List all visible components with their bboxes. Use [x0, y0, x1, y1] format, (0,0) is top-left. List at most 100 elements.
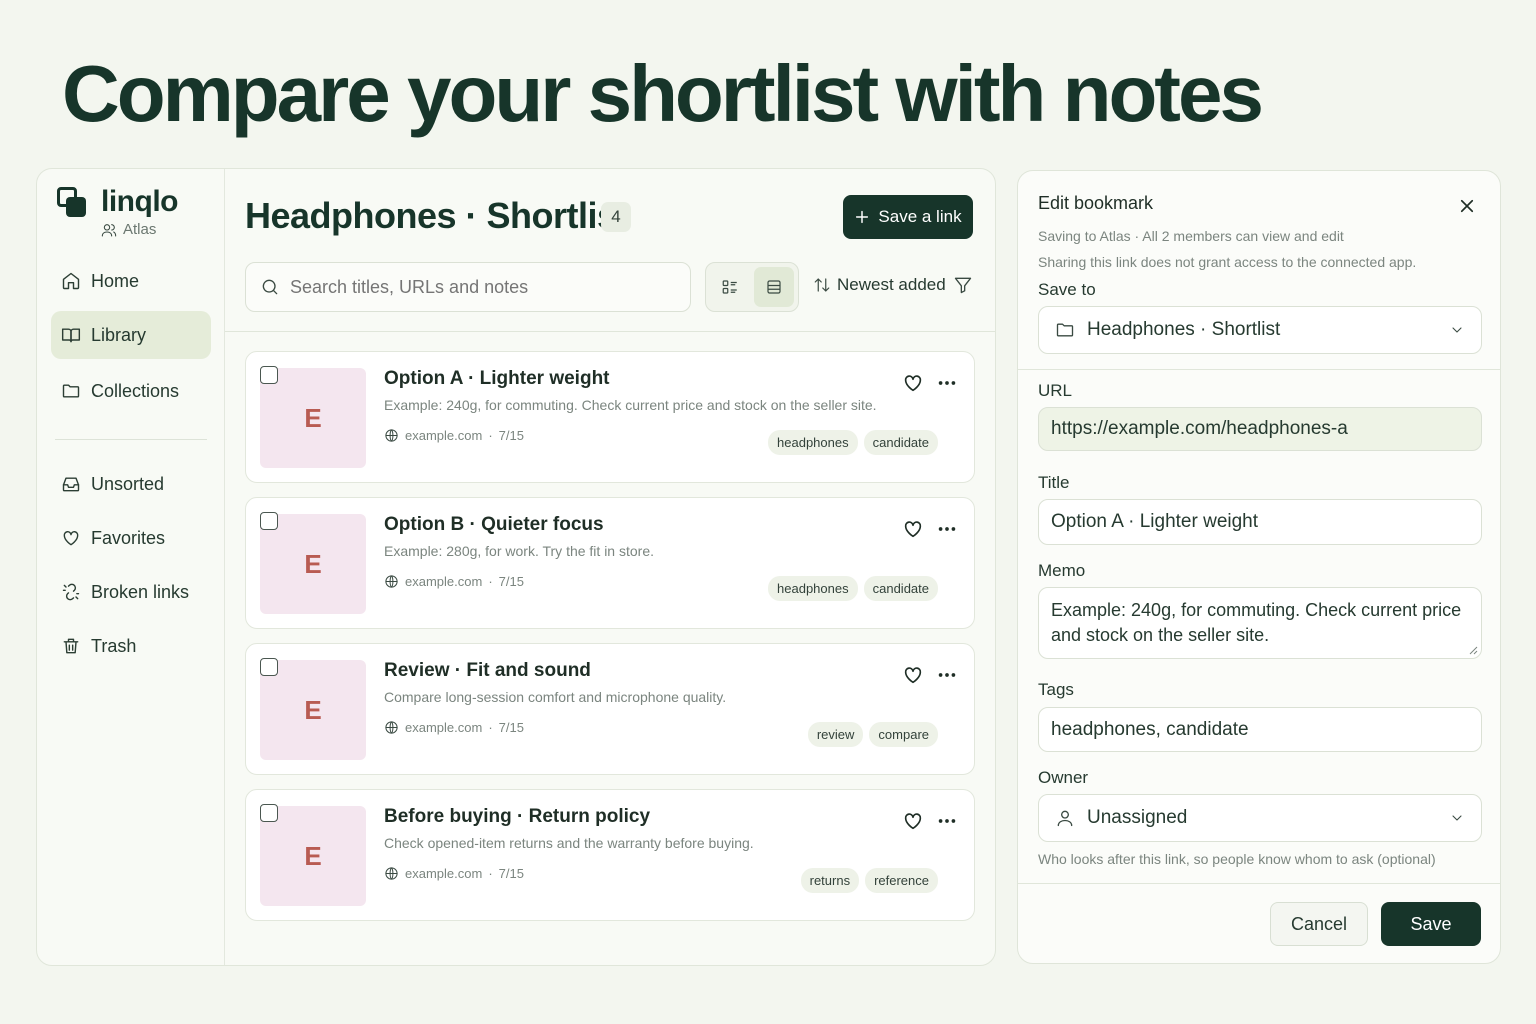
filter-icon [954, 277, 972, 294]
url-field[interactable]: https://example.com/headphones-a [1038, 407, 1482, 451]
card-domain: example.com [405, 574, 483, 589]
meta-separator: · [488, 574, 493, 589]
panel-divider [1018, 369, 1500, 370]
sidebar-item-label: Trash [91, 635, 137, 656]
owner-hint: Who looks after this link, so people kno… [1038, 851, 1436, 867]
card-date: 7/15 [498, 866, 524, 881]
tag-chip[interactable]: headphones [768, 430, 858, 455]
sidebar-divider [55, 439, 207, 440]
save-link-button[interactable]: Save a link [843, 195, 973, 239]
bookmark-card[interactable]: E Before buying · Return policy Check open… [245, 789, 975, 921]
sidebar-item-label: Unsorted [91, 473, 165, 494]
cancel-button[interactable]: Cancel [1270, 902, 1368, 946]
meta-separator: · [488, 428, 493, 443]
globe-icon [385, 721, 398, 734]
card-title[interactable]: Review · Fit and sound [384, 660, 591, 682]
globe-icon [385, 867, 398, 880]
card-description: Check opened-item returns and the warran… [384, 835, 754, 851]
sidebar-item-broken-links[interactable]: Broken links [51, 568, 211, 616]
app-window: linqlo Atlas Home Library Collections Un… [36, 168, 996, 966]
url-value: https://example.com/headphones-a [1051, 418, 1348, 439]
tags-field[interactable]: headphones, candidate [1038, 707, 1482, 752]
panel-title: Edit bookmark [1038, 193, 1154, 213]
memo-value: Example: 240g, for commuting. Check curr… [1051, 600, 1462, 645]
sidebar-item-library[interactable]: Library [51, 311, 211, 359]
url-label: URL [1038, 381, 1073, 400]
plus-icon [856, 210, 869, 224]
sidebar-item-favorites[interactable]: Favorites [51, 514, 211, 562]
select-checkbox[interactable] [260, 512, 278, 530]
card-title[interactable]: Option A · Lighter weight [384, 368, 610, 390]
brand[interactable]: linqlo [57, 185, 178, 219]
card-view-button[interactable] [754, 267, 794, 307]
tag-chip[interactable]: candidate [863, 430, 938, 455]
sort-dropdown[interactable]: Newest added [813, 275, 946, 295]
favorite-button[interactable] [902, 664, 924, 691]
more-icon [938, 527, 956, 531]
bookmark-card[interactable]: E Review · Fit and sound Compare long-sess… [245, 643, 975, 775]
sidebar-item-unsorted[interactable]: Unsorted [51, 460, 211, 508]
book-icon [61, 328, 81, 343]
trash-icon [63, 638, 79, 654]
card-tags: review compare [807, 722, 938, 747]
tag-chip[interactable]: candidate [863, 576, 938, 601]
tag-chip[interactable]: returns [800, 868, 860, 893]
favorite-button[interactable] [902, 518, 924, 545]
tag-chip[interactable]: reference [865, 868, 938, 893]
card-title[interactable]: Before buying · Return policy [384, 806, 650, 828]
heart-icon [904, 521, 922, 538]
memo-field[interactable]: Example: 240g, for commuting. Check curr… [1038, 587, 1482, 659]
sidebar-item-label: Favorites [91, 527, 166, 548]
more-options-button[interactable] [936, 372, 958, 399]
select-checkbox[interactable] [260, 366, 278, 384]
tag-chip[interactable]: headphones [768, 576, 858, 601]
more-icon [938, 381, 956, 385]
globe-icon [385, 575, 398, 588]
resize-handle-icon[interactable] [1468, 645, 1478, 655]
title-field[interactable]: Option A · Lighter weight [1038, 499, 1482, 545]
save-button[interactable]: Save [1381, 902, 1481, 946]
workspace-switcher[interactable]: Atlas [101, 221, 156, 238]
library-main: Headphones · Shortlist 4 Save a link New… [225, 169, 995, 965]
favorite-button[interactable] [902, 810, 924, 837]
owner-select[interactable]: Unassigned [1038, 794, 1482, 842]
select-checkbox[interactable] [260, 804, 278, 822]
bookmark-card[interactable]: E Option A · Lighter weight Example: 240g,… [245, 351, 975, 483]
sidebar-item-collections[interactable]: Collections [51, 367, 211, 415]
meta-separator: · [488, 720, 493, 735]
close-button[interactable] [1458, 197, 1476, 220]
tag-chip[interactable]: review [807, 722, 864, 747]
sort-label: Newest added [837, 275, 946, 294]
sidebar-item-trash[interactable]: Trash [51, 622, 211, 670]
favorite-button[interactable] [902, 372, 924, 399]
heart-icon [63, 531, 79, 546]
heart-icon [904, 667, 922, 684]
card-title[interactable]: Option B · Quieter focus [384, 514, 604, 536]
more-options-button[interactable] [936, 518, 958, 545]
tag-chip[interactable]: compare [869, 722, 938, 747]
search-input[interactable] [290, 276, 670, 298]
title-value: Option A · Lighter weight [1051, 511, 1259, 532]
panel-sharing-note: Saving to Atlas · All 2 members can view… [1038, 228, 1344, 244]
chevron-down-icon [1452, 815, 1462, 821]
view-toggle [705, 262, 799, 312]
more-icon [938, 819, 956, 823]
save-to-select[interactable]: Headphones · Shortlist [1038, 306, 1482, 354]
sidebar-item-label: Collections [91, 380, 180, 401]
panel-footer-divider [1018, 883, 1500, 884]
globe-icon [385, 429, 398, 442]
bookmark-card[interactable]: E Option B · Quieter focus Example: 280g, … [245, 497, 975, 629]
list-view-icon [722, 280, 737, 294]
sort-icon [814, 278, 830, 292]
list-view-button[interactable] [710, 267, 750, 307]
card-meta: example.com · 7/15 [384, 720, 524, 735]
card-meta: example.com · 7/15 [384, 428, 524, 443]
search-icon [262, 279, 278, 295]
select-checkbox[interactable] [260, 658, 278, 676]
more-options-button[interactable] [936, 664, 958, 691]
page-headline: Compare your shortlist with notes [62, 49, 1264, 138]
more-options-button[interactable] [936, 810, 958, 837]
filter-button[interactable] [953, 275, 973, 300]
search-box[interactable] [245, 262, 691, 312]
sidebar-item-home[interactable]: Home [51, 257, 211, 305]
